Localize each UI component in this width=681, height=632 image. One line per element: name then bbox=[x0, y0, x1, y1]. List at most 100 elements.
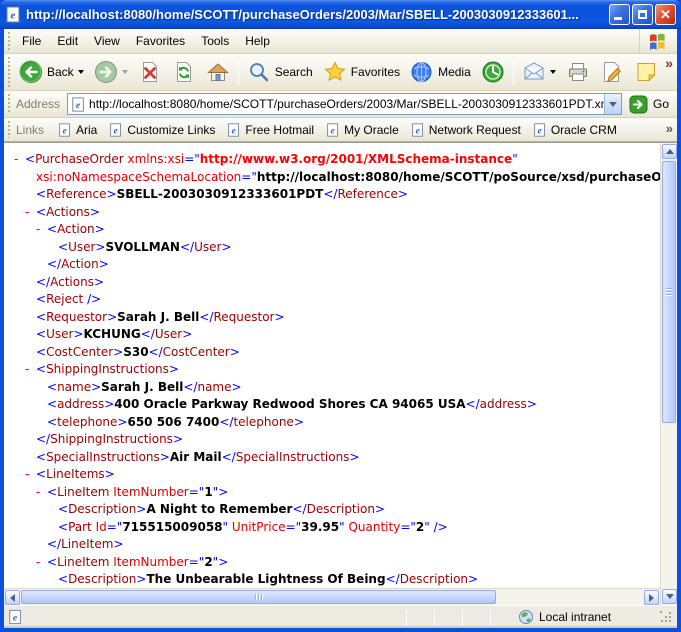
link-item-network-request[interactable]: eNetwork Request bbox=[405, 122, 527, 138]
close-button[interactable]: ✕ bbox=[655, 4, 676, 25]
scroll-down-button[interactable] bbox=[662, 589, 677, 604]
chevron-down-icon[interactable] bbox=[122, 70, 128, 74]
menu-item-view[interactable]: View bbox=[86, 31, 128, 51]
links-label: Links bbox=[16, 123, 44, 137]
toolbar-grip[interactable] bbox=[7, 121, 10, 138]
xml-punctuation: < bbox=[36, 327, 46, 341]
xml-text-content: Sarah J. Bell bbox=[101, 380, 183, 394]
home-button[interactable] bbox=[201, 57, 235, 88]
toolbar-grip[interactable] bbox=[7, 57, 10, 87]
xml-line: <User>SVOLLMAN</User> bbox=[4, 239, 660, 257]
collapse-marker[interactable]: - bbox=[25, 204, 36, 222]
collapse-marker[interactable]: - bbox=[36, 554, 47, 572]
xml-tag-name: address bbox=[480, 397, 527, 411]
discuss-icon bbox=[634, 60, 658, 84]
collapse-marker[interactable]: - bbox=[25, 361, 36, 379]
xml-tag-name: PurchaseOrder bbox=[35, 152, 124, 166]
xml-tag-name: CostCenter bbox=[46, 345, 113, 359]
address-dropdown-button[interactable] bbox=[604, 94, 621, 114]
horizontal-scroll-thumb[interactable] bbox=[21, 590, 496, 604]
xml-punctuation: > bbox=[95, 222, 105, 236]
xml-punctuation: </ bbox=[47, 537, 61, 551]
horizontal-scrollbar[interactable] bbox=[4, 588, 660, 605]
refresh-button[interactable] bbox=[167, 57, 201, 88]
xml-text-content: SBELL-2003030912333601PDT bbox=[117, 187, 324, 201]
search-button[interactable]: Search bbox=[242, 57, 318, 88]
forward-icon bbox=[94, 60, 118, 84]
print-button[interactable] bbox=[561, 57, 595, 88]
xml-tag-name: Reference bbox=[337, 187, 397, 201]
xml-punctuation: </ bbox=[466, 397, 480, 411]
collapse-marker[interactable]: - bbox=[36, 221, 47, 239]
ie-page-icon: e bbox=[326, 122, 340, 138]
chevron-down-icon[interactable] bbox=[78, 70, 84, 74]
favorites-button[interactable]: Favorites bbox=[318, 57, 405, 88]
xml-punctuation: =" bbox=[107, 520, 123, 534]
back-button[interactable]: Back bbox=[14, 57, 89, 88]
minimize-button[interactable] bbox=[609, 4, 630, 25]
chevron-down-icon[interactable] bbox=[550, 70, 556, 74]
xml-punctuation: < bbox=[47, 380, 57, 394]
mail-button[interactable] bbox=[517, 57, 561, 88]
links-overflow-chevron[interactable]: » bbox=[666, 121, 673, 136]
window-resize-grip[interactable] bbox=[660, 611, 673, 624]
menu-item-help[interactable]: Help bbox=[237, 31, 278, 51]
scroll-left-button[interactable] bbox=[5, 590, 20, 605]
collapse-marker[interactable]: - bbox=[36, 484, 47, 502]
xml-punctuation: > bbox=[90, 205, 100, 219]
link-item-my-oracle[interactable]: eMy Oracle bbox=[320, 122, 405, 138]
minimize-icon bbox=[614, 17, 622, 20]
back-label: Back bbox=[47, 65, 74, 79]
menu-item-edit[interactable]: Edit bbox=[49, 31, 86, 51]
collapse-marker[interactable]: - bbox=[14, 151, 25, 169]
toolbar-grip[interactable] bbox=[7, 94, 10, 114]
vertical-scrollbar[interactable] bbox=[660, 143, 677, 605]
xml-punctuation: =" bbox=[189, 485, 205, 499]
xml-tag-name: Requestor bbox=[213, 310, 274, 324]
search-icon bbox=[247, 60, 271, 84]
discuss-button[interactable] bbox=[629, 57, 663, 88]
link-item-aria[interactable]: eAria bbox=[52, 122, 103, 138]
scroll-up-button[interactable] bbox=[662, 144, 677, 159]
forward-button[interactable] bbox=[89, 57, 133, 88]
go-button[interactable]: Go bbox=[629, 95, 669, 114]
toolbar-separator bbox=[238, 59, 239, 85]
menu-item-tools[interactable]: Tools bbox=[193, 31, 237, 51]
xml-punctuation: " /> bbox=[424, 520, 447, 534]
media-button[interactable]: Media bbox=[405, 57, 476, 88]
collapse-marker[interactable]: - bbox=[25, 466, 36, 484]
xml-punctuation: < bbox=[58, 240, 68, 254]
link-item-oracle-crm[interactable]: eOracle CRM bbox=[527, 122, 623, 138]
svg-text:e: e bbox=[114, 125, 118, 135]
menu-item-favorites[interactable]: Favorites bbox=[128, 31, 193, 51]
xml-tag-name: telephone bbox=[233, 415, 293, 429]
links-bar: Links eAria e Customize Links eFree Hotmail… bbox=[4, 118, 677, 142]
menu-item-file[interactable]: File bbox=[14, 31, 49, 51]
xml-tag-name: LineItem bbox=[61, 537, 113, 551]
edit-button[interactable] bbox=[595, 57, 629, 88]
svg-text:e: e bbox=[415, 125, 419, 135]
maximize-button[interactable] bbox=[632, 4, 653, 25]
history-button[interactable] bbox=[476, 57, 510, 88]
toolbar-grip[interactable] bbox=[7, 32, 10, 50]
xml-punctuation: </ bbox=[199, 310, 213, 324]
xml-tag-name: LineItem bbox=[57, 555, 109, 569]
toolbar-overflow-chevron[interactable]: » bbox=[665, 55, 673, 71]
xml-attribute-value: http://localhost:8080/home/SCOTT/poSourc… bbox=[257, 170, 660, 184]
address-input[interactable] bbox=[89, 97, 604, 111]
xml-attribute-value: 1 bbox=[204, 485, 212, 499]
xml-punctuation: > bbox=[221, 240, 231, 254]
title-bar: e http://localhost:8080/home/SCOTT/purch… bbox=[0, 0, 681, 29]
link-label: Oracle CRM bbox=[551, 123, 617, 137]
scroll-right-button[interactable] bbox=[644, 590, 659, 605]
link-label: Customize Links bbox=[127, 123, 215, 137]
link-item-customize-links[interactable]: e Customize Links bbox=[103, 122, 221, 138]
globe-icon bbox=[518, 609, 534, 625]
xml-tag-name: Description bbox=[68, 502, 136, 516]
vertical-scroll-thumb[interactable] bbox=[662, 161, 676, 423]
document-status-icon: e bbox=[8, 609, 28, 625]
link-item-free-hotmail[interactable]: eFree Hotmail bbox=[221, 122, 320, 138]
xml-attribute-name: ItemNumber bbox=[109, 485, 188, 499]
xml-line: </Actions> bbox=[4, 274, 660, 292]
stop-button[interactable] bbox=[133, 57, 167, 88]
